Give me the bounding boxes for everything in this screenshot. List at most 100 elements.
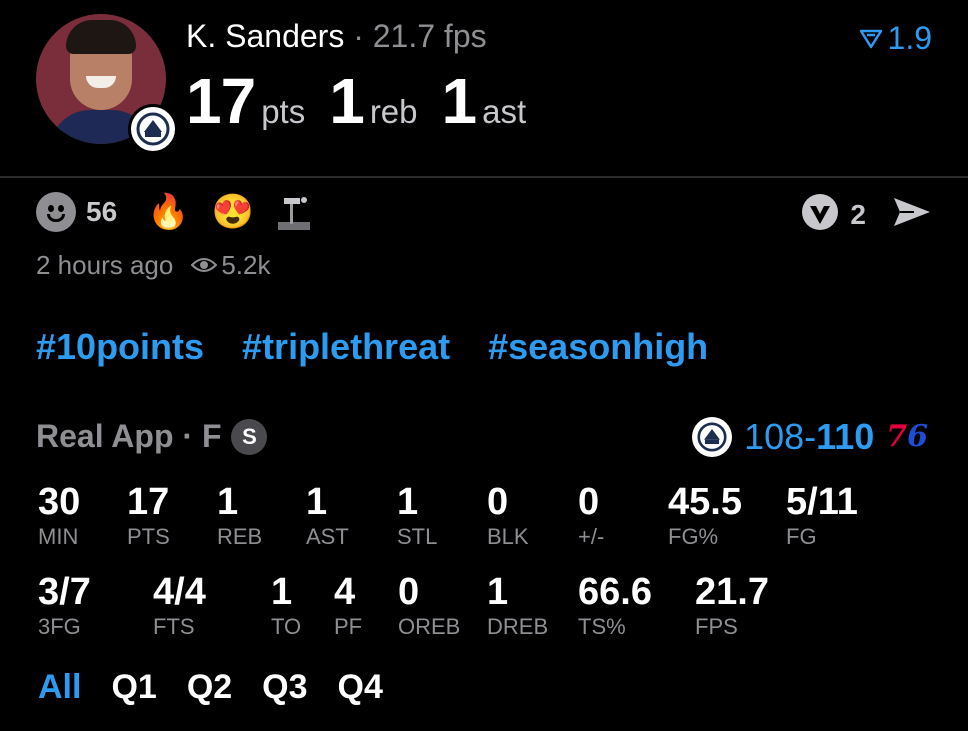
stat-cell: 4/4 FTS	[153, 572, 206, 640]
stat-cell: 1 AST	[306, 482, 349, 550]
stat-source: Real App · F	[36, 418, 222, 454]
team-logo-icon	[692, 417, 733, 457]
stat-cell: 1 DREB	[487, 572, 548, 640]
stat-cell: 0 +/-	[578, 482, 604, 550]
tab-q2[interactable]: Q2	[187, 668, 232, 707]
send-icon[interactable]	[892, 194, 932, 235]
stat-cell: 1 REB	[217, 482, 262, 550]
tab-q4[interactable]: Q4	[338, 668, 383, 707]
time-ago: 2 hours ago	[36, 250, 174, 280]
stat-value: 4/4	[153, 571, 206, 613]
reb-label: reb	[369, 93, 418, 130]
stat-label: FTS	[153, 614, 195, 639]
hashtag-link[interactable]: #seasonhigh	[488, 326, 708, 368]
stat-cell: 0 BLK	[487, 482, 529, 550]
stat-label: DREB	[487, 614, 549, 639]
stat-cell: 45.5 FG%	[668, 482, 742, 550]
rating-badge[interactable]: 1.9	[859, 20, 932, 57]
player-summary-stats: 17 pts 1 reb 1 ast	[186, 64, 550, 138]
stat-label: REB	[217, 524, 263, 549]
stat-cell: 5/11 FG	[786, 482, 858, 550]
stat-cell: 0 OREB	[398, 572, 460, 640]
stat-value: 1	[306, 481, 328, 523]
player-fps: 21.7 fps	[372, 18, 487, 54]
s-badge: S	[231, 418, 268, 455]
post-meta: 2 hours ago 5.2k	[36, 250, 270, 281]
heart-eyes-emoji-icon[interactable]: 😍	[212, 192, 254, 232]
avatar-hair	[66, 20, 136, 54]
team-score: 108	[744, 416, 805, 457]
stat-label: FPS	[695, 614, 738, 639]
stat-label: BLK	[487, 524, 529, 549]
name-separator: ·	[353, 18, 364, 54]
basketball-hoop-icon[interactable]	[276, 192, 310, 232]
stat-label: FG	[786, 524, 817, 549]
stat-value: 1	[397, 481, 419, 523]
stat-cell: 1 TO	[271, 572, 301, 640]
fire-emoji-icon[interactable]: 🔥	[147, 192, 189, 232]
rating-value: 1.9	[887, 20, 932, 56]
stat-value: 4	[334, 571, 356, 613]
tab-q1[interactable]: Q1	[111, 668, 156, 707]
stat-label: MIN	[38, 524, 79, 549]
reb-value: 1	[329, 65, 365, 137]
stat-cell: 30 MIN	[38, 482, 80, 550]
quarter-tabs: All Q1 Q2 Q3 Q4	[38, 668, 383, 707]
opponent-logo-icon: 76	[886, 419, 928, 454]
stat-label: AST	[306, 524, 349, 549]
stat-label: TO	[271, 614, 302, 639]
stat-value: 0	[487, 481, 509, 523]
stat-label: PF	[334, 614, 363, 639]
tab-all[interactable]: All	[38, 668, 81, 707]
ast-value: 1	[441, 65, 478, 137]
views-count-group: 5.2k	[190, 250, 271, 281]
game-score[interactable]: 108 - 110 76	[692, 416, 928, 458]
stat-cell: 66.6 TS%	[578, 572, 652, 640]
stat-source-line: Real App · F S	[36, 418, 268, 455]
reactions-row: 56 🔥 😍	[36, 192, 310, 232]
stat-cell: 3/7 3FG	[38, 572, 91, 640]
stat-label: +/-	[578, 524, 605, 549]
ast-label: ast	[482, 93, 527, 130]
stat-label: 3FG	[38, 614, 81, 639]
stat-label: PTS	[127, 524, 170, 549]
stat-cell: 21.7 FPS	[695, 572, 769, 640]
smiley-reaction-icon[interactable]	[36, 192, 76, 232]
stat-value: 1	[487, 571, 509, 613]
stat-cell: 4 PF	[334, 572, 362, 640]
stat-value: 1	[271, 571, 293, 613]
opponent-score: 110	[816, 416, 875, 457]
stat-label: OREB	[398, 614, 461, 639]
pts-value: 17	[186, 65, 256, 137]
score-dash: -	[804, 416, 817, 457]
team-logo-icon	[128, 104, 178, 154]
stat-value: 17	[127, 481, 170, 523]
stat-value: 0	[578, 481, 600, 523]
stat-value: 0	[398, 571, 420, 613]
hashtags: #10points #triplethreat #seasonhigh	[36, 326, 708, 368]
stat-label: FG%	[668, 524, 719, 549]
stat-value: 66.6	[578, 571, 652, 613]
player-name[interactable]: K. Sanders	[186, 18, 344, 54]
pts-label: pts	[261, 93, 306, 130]
stat-value: 45.5	[668, 481, 742, 523]
stat-value: 5/11	[786, 481, 858, 523]
player-name-line: K. Sanders · 21.7 fps	[186, 18, 487, 55]
header-divider	[0, 176, 968, 178]
stat-value: 3/7	[38, 571, 91, 613]
share-count: 2	[850, 198, 866, 230]
views-count: 5.2k	[221, 250, 271, 280]
hashtag-link[interactable]: #10points	[36, 326, 204, 368]
stat-label: STL	[397, 524, 438, 549]
stat-label: TS%	[578, 614, 626, 639]
reaction-count: 56	[86, 196, 118, 227]
hashtag-link[interactable]: #triplethreat	[242, 326, 450, 368]
post-actions: 2	[800, 192, 932, 237]
repost-icon[interactable]	[800, 192, 840, 237]
stat-cell: 17 PTS	[127, 482, 170, 550]
tab-q3[interactable]: Q3	[262, 668, 307, 707]
stat-value: 21.7	[695, 571, 769, 613]
stat-cell: 1 STL	[397, 482, 437, 550]
rating-triangle-icon	[859, 20, 882, 57]
stat-value: 1	[217, 481, 239, 523]
